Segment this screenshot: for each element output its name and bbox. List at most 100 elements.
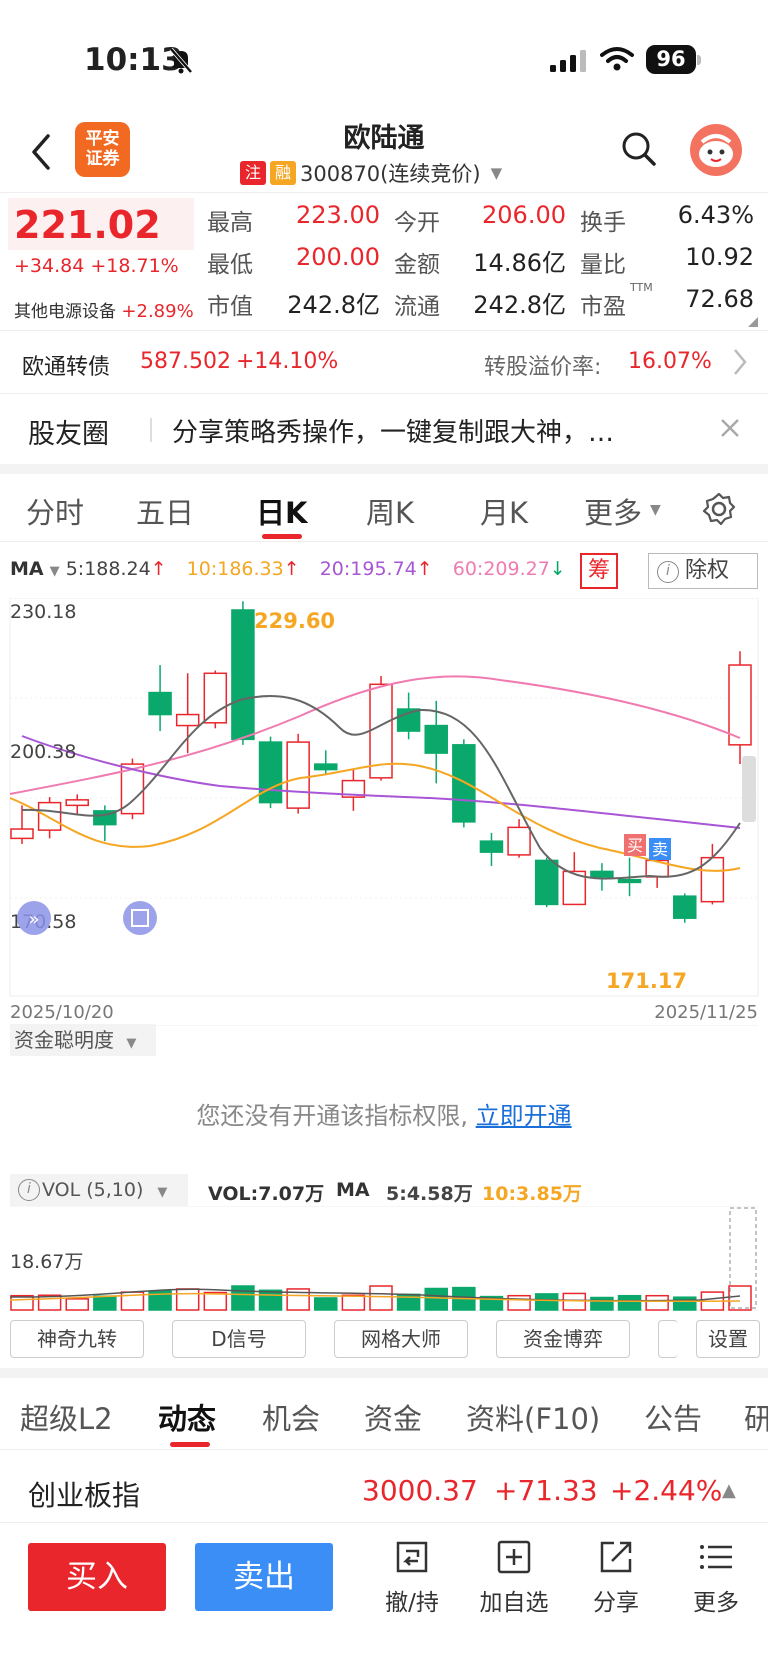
share-action[interactable]: 分享 <box>576 1537 656 1617</box>
expand-up-icon[interactable]: ▲ <box>722 1480 736 1501</box>
index-ticker[interactable]: 创业板指 3000.37 +71.33 +2.44% ▲ <box>0 1462 768 1522</box>
battery-tip <box>697 55 701 65</box>
indicator-caret-icon: ▼ <box>126 1036 137 1051</box>
tool-partial[interactable] <box>658 1320 678 1358</box>
volume-bar <box>231 1285 255 1311</box>
tab-research[interactable]: 研 <box>744 1396 768 1438</box>
more-caret-icon: ▼ <box>650 502 661 518</box>
open-value: 206.00 <box>482 201 566 229</box>
grid-master-button[interactable]: 网格大师 <box>334 1320 468 1358</box>
candles-group <box>10 601 752 923</box>
float-cap-label: 流通 <box>394 294 440 320</box>
community-banner[interactable]: 股友圈 分享策略秀操作，一键复制跟大神，… <box>0 394 768 464</box>
volume-bar <box>258 1289 283 1311</box>
volume-bar <box>590 1296 614 1311</box>
fund-game-button[interactable]: 资金博弈 <box>496 1320 630 1358</box>
tab-f10[interactable]: 资料(F10) <box>466 1396 600 1438</box>
convertible-bond-row[interactable]: 欧通转债 587.502 +14.10% 转股溢价率: 16.07% <box>0 330 768 394</box>
bond-change: +14.10% <box>236 349 339 374</box>
expand-corner-icon[interactable] <box>748 317 758 327</box>
kline-tabs: 分时 五日 日K 周K 月K 更多 ▼ <box>0 474 768 542</box>
tab-more[interactable]: 更多 <box>584 490 642 532</box>
premium-label: 转股溢价率: <box>484 355 602 380</box>
volume-bar <box>617 1294 642 1311</box>
candle-down <box>673 895 697 919</box>
premium-value: 16.07% <box>628 349 712 374</box>
market-cap-label: 市值 <box>207 294 253 320</box>
ma-caret-icon[interactable]: ▼ <box>50 564 60 579</box>
bell-muted-icon <box>169 47 193 74</box>
indicator-selector[interactable]: 资金聪明度 ▼ <box>10 1024 156 1056</box>
sell-marker-label: 卖 <box>652 840 668 859</box>
tab-intraday[interactable]: 分时 <box>26 490 84 532</box>
candle-up <box>175 713 200 727</box>
stock-code-selector[interactable]: 注 融 300870(连续竞价) ▼ <box>240 158 502 188</box>
ex-right-button[interactable]: i 除权 <box>648 553 758 589</box>
tab-super-l2[interactable]: 超级L2 <box>20 1396 113 1438</box>
ma-legend: MA ▼ 5:188.24↑ 10:186.33↑ 20:195.74↑ 60:… <box>10 558 566 580</box>
section-separator <box>0 1368 768 1378</box>
volume-chart[interactable]: 18.67万 <box>0 1206 768 1314</box>
settings-gear-icon[interactable] <box>702 492 736 526</box>
tab-announcements[interactable]: 公告 <box>644 1396 702 1438</box>
sector-change: +2.89% <box>121 301 194 322</box>
chart-scroll-handle[interactable] <box>742 756 756 822</box>
user-avatar[interactable] <box>690 124 742 176</box>
volume-y-max-label: 18.67万 <box>10 1251 83 1273</box>
volume-bar <box>341 1294 366 1311</box>
y-axis-top-label: 230.18 <box>10 601 76 623</box>
tab-monthly-k[interactable]: 月K <box>480 490 528 532</box>
ma-label[interactable]: MA <box>10 558 44 580</box>
low-label: 最低 <box>207 252 253 278</box>
volume-selector[interactable]: i VOL (5,10) ▼ <box>10 1174 188 1206</box>
tab-funds[interactable]: 资金 <box>364 1396 422 1438</box>
tab-daily-k[interactable]: 日K <box>256 490 307 532</box>
candle-down <box>148 691 172 716</box>
tab-news[interactable]: 动态 <box>158 1396 216 1438</box>
ma60-value: 60:209.27 <box>452 558 550 580</box>
more-action[interactable]: 更多 <box>676 1537 756 1617</box>
tools-settings-button[interactable]: 设置 <box>696 1320 760 1358</box>
d-signal-button[interactable]: D信号 <box>172 1320 306 1358</box>
search-icon[interactable] <box>620 130 658 168</box>
turnover-label: 换手 <box>580 210 626 236</box>
candle-up <box>286 741 310 809</box>
sell-button[interactable]: 卖出 <box>195 1543 333 1611</box>
high-value: 223.00 <box>296 201 380 229</box>
share-icon <box>600 1541 632 1573</box>
info-icon: i <box>657 561 679 583</box>
active-tab-indicator <box>170 1442 210 1447</box>
tab-five-day[interactable]: 五日 <box>136 490 194 532</box>
index-pct: +2.44% <box>610 1474 723 1507</box>
chip-distribution-button[interactable]: 筹 <box>580 553 618 589</box>
vol-value: VOL:7.07万 <box>208 1183 325 1205</box>
permission-notice: 您还没有开通该指标权限, 立即开通 <box>0 1096 768 1131</box>
add-watchlist-action[interactable]: 加自选 <box>474 1537 554 1617</box>
hold-action[interactable]: 撤/持 <box>372 1537 452 1617</box>
candlestick-chart[interactable]: 230.18 200.38 170.58 229.60 171.17 买 卖 »… <box>0 598 768 1026</box>
menu-list-icon <box>700 1545 732 1569</box>
volume-bar <box>534 1293 559 1311</box>
activate-link[interactable]: 立即开通 <box>476 1102 572 1130</box>
tab-weekly-k[interactable]: 周K <box>366 490 414 532</box>
tab-opportunity[interactable]: 机会 <box>262 1396 320 1438</box>
sector-name: 其他电源设备 <box>14 302 116 322</box>
float-cap-value: 242.8亿 <box>473 291 566 319</box>
magic-nine-button[interactable]: 神奇九转 <box>10 1320 144 1358</box>
info-tabs: 超级L2 动态 机会 资金 资料(F10) 公告 研 <box>0 1378 768 1450</box>
permission-message: 您还没有开通该指标权限, <box>196 1102 468 1130</box>
candle-up <box>728 664 752 746</box>
fullscreen-icon[interactable] <box>123 901 157 935</box>
volume-bar <box>314 1297 338 1311</box>
vol-ma10: 10:3.85万 <box>482 1183 582 1205</box>
buy-button[interactable]: 买入 <box>28 1543 166 1611</box>
candle-up <box>65 799 89 807</box>
sector-info[interactable]: 其他电源设备 +2.89% <box>14 297 194 322</box>
pe-value: 72.68 <box>685 285 754 313</box>
x-axis-start-label: 2025/10/20 <box>10 1002 114 1023</box>
volume-bar <box>65 1298 89 1311</box>
close-icon[interactable] <box>718 416 742 440</box>
info-icon: i <box>18 1179 40 1201</box>
signal-icon <box>550 50 586 72</box>
wifi-icon <box>600 47 634 71</box>
